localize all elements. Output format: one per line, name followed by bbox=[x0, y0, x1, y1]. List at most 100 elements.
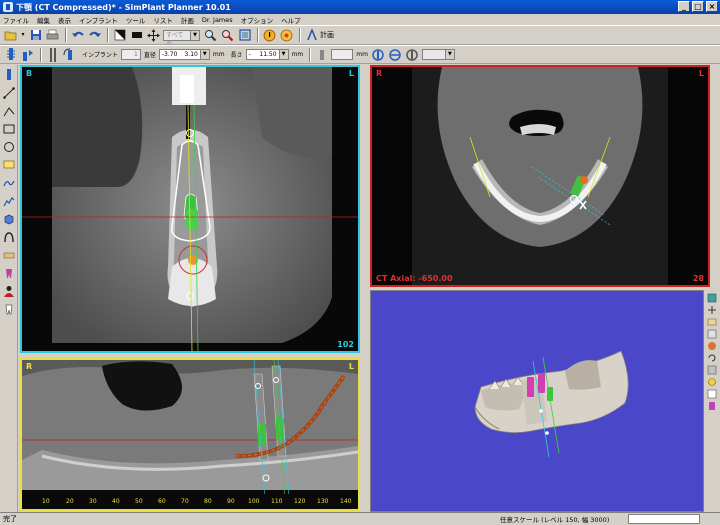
undo-icon[interactable] bbox=[70, 28, 85, 43]
minimize-button[interactable]: _ bbox=[678, 1, 690, 12]
3d-clip-icon[interactable] bbox=[707, 316, 718, 327]
axial-view-scrollbar[interactable] bbox=[711, 65, 719, 287]
guide-rotate-icon[interactable] bbox=[388, 47, 403, 62]
length-value: 11.50 bbox=[259, 51, 277, 58]
angle-measure-icon[interactable] bbox=[2, 104, 16, 118]
main-toolbar: ▾ すべての ▼ 計画 bbox=[0, 25, 720, 48]
length-select[interactable]: - 11.50 ▼ bbox=[245, 49, 289, 60]
view-select-value: すべての bbox=[163, 29, 191, 48]
3d-view[interactable] bbox=[370, 290, 704, 512]
redo-icon[interactable] bbox=[87, 28, 102, 43]
window-controls: _ □ × bbox=[678, 1, 718, 12]
ruler-label: 30 bbox=[89, 498, 97, 505]
toolbar-separator bbox=[107, 28, 109, 42]
annotation-tool-icon[interactable] bbox=[2, 158, 16, 172]
view-select[interactable]: すべての ▼ bbox=[163, 29, 200, 48]
3d-slice-icon[interactable] bbox=[707, 328, 718, 339]
menu-user[interactable]: Dr. James bbox=[202, 16, 233, 24]
3d-rotate-icon[interactable] bbox=[707, 352, 718, 363]
3d-opacity-icon[interactable] bbox=[707, 364, 718, 375]
line-measure-icon[interactable] bbox=[2, 86, 16, 100]
patient-icon[interactable] bbox=[2, 284, 16, 298]
3d-view-mode-icon[interactable] bbox=[707, 292, 718, 303]
implant-tool-icon[interactable] bbox=[3, 47, 18, 62]
panoramic-view[interactable]: 10 20 30 40 50 60 70 80 90 100 110 120 1… bbox=[20, 358, 360, 511]
save-disk-icon[interactable] bbox=[28, 28, 43, 43]
diameter-select[interactable]: -3.70 3.10 ▼ bbox=[158, 49, 210, 60]
cross-slice-number: 102 bbox=[337, 340, 354, 349]
menu-implant[interactable]: インプラント bbox=[79, 15, 118, 25]
3d-color-icon[interactable] bbox=[707, 340, 718, 351]
menu-tools[interactable]: ツール bbox=[126, 15, 146, 25]
menu-options[interactable]: オプション bbox=[241, 15, 274, 25]
bone-graft-icon[interactable] bbox=[2, 248, 16, 262]
guide-select[interactable]: ▼ bbox=[421, 49, 455, 60]
3d-tool-palette bbox=[704, 290, 720, 512]
implant-list-icon[interactable] bbox=[45, 47, 60, 62]
tooth-outline-icon[interactable] bbox=[2, 302, 16, 316]
pan-move-icon[interactable] bbox=[146, 28, 161, 43]
status-text: 完了 bbox=[3, 515, 17, 523]
density-icon[interactable] bbox=[279, 28, 294, 43]
chevron-down-icon: ▼ bbox=[279, 49, 289, 60]
ruler-label: 50 bbox=[135, 498, 143, 505]
density-profile-icon[interactable] bbox=[2, 194, 16, 208]
window-level-icon[interactable] bbox=[129, 28, 144, 43]
info-warning-icon[interactable] bbox=[262, 28, 277, 43]
toolbar-separator bbox=[299, 28, 301, 42]
implant-rotate-icon[interactable] bbox=[62, 47, 77, 62]
ellipse-tool-icon[interactable] bbox=[2, 140, 16, 154]
menu-view[interactable]: 表示 bbox=[58, 15, 71, 25]
fit-view-icon[interactable] bbox=[237, 28, 252, 43]
plan-button[interactable]: 計画 bbox=[306, 29, 334, 41]
3d-reset-icon[interactable] bbox=[707, 304, 718, 315]
zoom-icon[interactable] bbox=[203, 28, 218, 43]
ruler-label: 70 bbox=[181, 498, 189, 505]
3d-tooth-icon[interactable] bbox=[707, 400, 718, 411]
zoom-reset-icon[interactable] bbox=[220, 28, 235, 43]
guide-alt-icon[interactable] bbox=[405, 47, 420, 62]
chevron-down-icon[interactable]: ▾ bbox=[20, 28, 26, 43]
print-icon[interactable] bbox=[45, 28, 60, 43]
ruler-label: 110 bbox=[271, 498, 283, 505]
toolbar-separator bbox=[40, 47, 42, 62]
curve-tool-icon[interactable] bbox=[2, 176, 16, 190]
simplant-window: 下顎 (CT Compressed)* - SimPlant Planner 1… bbox=[0, 0, 720, 525]
segment-cube-icon[interactable] bbox=[2, 212, 16, 226]
3d-light-icon[interactable] bbox=[707, 376, 718, 387]
abutment-tool-icon[interactable] bbox=[20, 47, 35, 62]
menu-edit[interactable]: 編集 bbox=[37, 15, 50, 25]
implant-number-field[interactable]: 1 bbox=[120, 49, 141, 60]
menu-list[interactable]: リスト bbox=[153, 15, 173, 25]
contrast-icon[interactable] bbox=[112, 28, 127, 43]
tooth-model-icon[interactable] bbox=[2, 266, 16, 280]
panoramic-ruler: 10 20 30 40 50 60 70 80 90 100 110 120 1… bbox=[22, 498, 358, 508]
sleeve-tool-icon[interactable] bbox=[314, 47, 329, 62]
close-button[interactable]: × bbox=[706, 1, 718, 12]
guide-tool-icon[interactable] bbox=[371, 47, 386, 62]
ruler-label: 20 bbox=[66, 498, 74, 505]
cross-sectional-view[interactable]: B L 102 bbox=[20, 65, 360, 353]
window-level-status: 任意スケール (レベル 150, 幅 3000) bbox=[500, 516, 610, 524]
implant-label: インプラント bbox=[82, 52, 118, 59]
sleeve-field[interactable] bbox=[331, 49, 354, 60]
toolbar-separator bbox=[65, 28, 67, 42]
chevron-down-icon: ▼ bbox=[200, 49, 210, 60]
3d-box-icon[interactable] bbox=[707, 388, 718, 399]
cross-view-scrollbar[interactable] bbox=[361, 65, 369, 353]
length-label: 長さ bbox=[230, 52, 243, 59]
window-title: 下顎 (CT Compressed)* - SimPlant Planner 1… bbox=[16, 2, 231, 12]
cross-left-marker: B bbox=[26, 69, 33, 78]
diameter-value-2: 3.10 bbox=[184, 51, 198, 58]
menu-plan[interactable]: 計画 bbox=[181, 15, 194, 25]
menu-file[interactable]: ファイル bbox=[3, 15, 29, 25]
axial-view[interactable]: R L CT Axial: -650.00 28 bbox=[370, 65, 710, 287]
rectangle-tool-icon[interactable] bbox=[2, 122, 16, 136]
implant-place-icon[interactable] bbox=[2, 68, 16, 82]
open-folder-icon[interactable] bbox=[3, 28, 18, 43]
maximize-button[interactable]: □ bbox=[692, 1, 704, 12]
menu-help[interactable]: ヘルプ bbox=[281, 15, 301, 25]
pano-left-marker: R bbox=[26, 362, 33, 371]
axial-slice-number: 28 bbox=[692, 274, 704, 283]
nerve-trace-icon[interactable] bbox=[2, 230, 16, 244]
